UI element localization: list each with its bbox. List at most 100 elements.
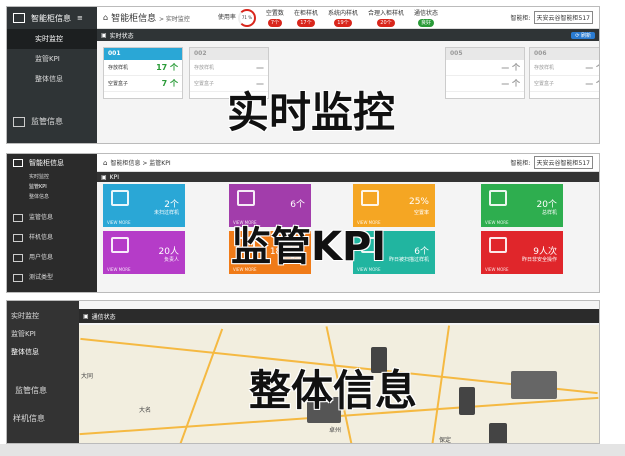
home-icon[interactable]: ⌂ [103, 13, 108, 22]
map-city-label: 大名 [139, 407, 152, 414]
stat-in-system: 系统内样机 19个 [327, 9, 358, 27]
sidebar-item-supervision[interactable]: 监管信息 [7, 208, 97, 228]
sidebar: 智能柜信息 实时监控 监管KPI 整体信息 监管信息 样机信息 用户信息 测试类… [7, 154, 97, 292]
tile-header: 006 [530, 48, 599, 60]
tile-row-stored: 存放样机 — [190, 60, 268, 76]
sidebar-item-realtime[interactable]: 实时监控 [7, 307, 79, 325]
breadcrumb: 智能柜信息 > 监管KPI [110, 160, 171, 167]
cabinet-marker[interactable] [489, 423, 507, 443]
section-title: KPI [109, 173, 119, 181]
kpi-card-unsafe-ops[interactable]: 9人次 昨日非安全操作 VIEW MORE [481, 231, 563, 274]
sidebar-item-users[interactable]: 用户信息 [7, 248, 97, 268]
selector-label: 智能柜: [510, 15, 531, 22]
device-icon [13, 234, 23, 242]
sidebar-header[interactable]: 智能柜信息 ≡ [7, 7, 97, 29]
export-icon [237, 190, 255, 206]
map-road [429, 325, 451, 443]
section-bar: ▣ 通信状态 [79, 309, 599, 323]
user-icon [111, 237, 129, 253]
sidebar-item-supervision[interactable]: 监管信息 [7, 377, 79, 405]
panel-realtime: 智能柜信息 ≡ 实时监控 监管KPI 整体信息 监管信息 ⌂ 智能柜信息 > 实… [6, 6, 600, 144]
section-title: 通信状态 [91, 313, 116, 321]
sidebar-item-test-types[interactable]: 测试类型 [7, 268, 97, 288]
cabinet-marker[interactable] [511, 371, 557, 399]
tile-row-stored: 存放样机 17 个 [104, 60, 182, 76]
kpi-card-owners[interactable]: 20人 负责人 VIEW MORE [103, 231, 185, 274]
grid-icon: ▣ [101, 31, 107, 39]
chart-icon [13, 117, 25, 127]
panel-kpi: 智能柜信息 实时监控 监管KPI 整体信息 监管信息 样机信息 用户信息 测试类… [6, 153, 600, 293]
upload-icon [111, 190, 129, 206]
cabinet-selector: 智能柜: 天安云谷智能柜517 [511, 11, 593, 24]
document-icon [489, 190, 507, 206]
timer-icon [489, 237, 507, 253]
sidebar-header[interactable]: 智能柜信息 [7, 154, 97, 172]
section-bar: ▣ KPI [97, 172, 599, 182]
kpi-card-unscanned[interactable]: 2个 未扫过样机 VIEW MORE [103, 184, 185, 227]
grid-icon: ▣ [101, 173, 107, 181]
cabinet-select[interactable]: 天安云谷智能柜517 [533, 156, 593, 169]
usage-rate: 使用率 71 % [217, 8, 256, 27]
header-bar: ⌂ 智能柜信息 > 监管KPI 智能柜: 天安云谷智能柜517 [97, 154, 599, 172]
breadcrumb: 智能柜信息 > 实时监控 [111, 11, 190, 24]
tile-row-stored: — 个 [446, 60, 524, 76]
sidebar-item-kpi[interactable]: 监管KPI [7, 49, 97, 69]
kpi-card-total-samples[interactable]: 20个 总样机 VIEW MORE [481, 184, 563, 227]
cabinet-selector: 智能柜: 天安云谷智能柜517 [511, 156, 593, 169]
bottom-strip [0, 444, 625, 456]
map-city-label: 卓州 [329, 427, 342, 434]
overlay-caption: 实时监控 [227, 88, 396, 137]
overlay-caption: 整体信息 [249, 366, 418, 415]
map-city-label: 大同 [81, 373, 94, 380]
cabinet-tile-006[interactable]: 006 存放样机— 个 空置盒子— 个 [529, 47, 599, 99]
section-title: 实时状态 [109, 32, 134, 40]
map-city-label: 保定 [439, 437, 452, 443]
tile-row-empty: — 个 [446, 76, 524, 92]
sidebar-item-kpi[interactable]: 监管KPI [7, 182, 97, 192]
export-icon [361, 190, 379, 206]
usage-gauge: 71 % [237, 8, 256, 27]
cabinet-tile-005[interactable]: 005 — 个 — 个 [445, 47, 525, 99]
menu-toggle-icon[interactable]: ≡ [77, 14, 83, 22]
cabinet-icon [13, 159, 23, 167]
sidebar-item-supervision[interactable]: 监管信息 [7, 111, 97, 133]
cabinet-select[interactable]: 天安云谷智能柜517 [533, 11, 593, 24]
tile-header: 005 [446, 48, 524, 60]
usage-label: 使用率 [217, 14, 236, 21]
breadcrumb-main: 智能柜信息 [111, 14, 157, 24]
sidebar: 实时监控 监管KPI 整体信息 监管信息 样机信息 [7, 301, 79, 443]
tile-header: 002 [190, 48, 268, 60]
section-bar: ▣ 实时状态 ⟳ 刷新 [97, 29, 599, 41]
sidebar-title: 智能柜信息 [31, 13, 71, 23]
home-icon[interactable]: ⌂ [103, 159, 107, 167]
sidebar-item-samples[interactable]: 样机信息 [7, 405, 79, 433]
stat-in-cabinet: 在柜样机 17个 [293, 9, 318, 27]
check-icon [13, 274, 23, 282]
stat-empty: 空置数 7个 [265, 9, 284, 27]
refresh-button[interactable]: ⟳ 刷新 [571, 31, 595, 39]
user-icon [13, 254, 23, 262]
tile-header: 001 [104, 48, 182, 60]
tile-row-empty: 空置盒子 7 个 [104, 76, 182, 92]
sidebar-item-overall[interactable]: 整体信息 [7, 69, 97, 89]
grid-icon: ▣ [83, 312, 89, 320]
tile-row-empty: 空置盒子— 个 [530, 76, 599, 92]
sidebar-item-realtime[interactable]: 实时监控 [7, 172, 97, 182]
sidebar-title: 智能柜信息 [29, 159, 64, 167]
sidebar-item-realtime[interactable]: 实时监控 [7, 29, 97, 49]
sidebar-item-samples[interactable]: 样机信息 [7, 228, 97, 248]
header-bar: ⌂ 智能柜信息 > 实时监控 使用率 71 % 空置数 7个 在柜样机 17个 系统… [97, 7, 599, 29]
sidebar-item-overall[interactable]: 整体信息 [7, 192, 97, 202]
cabinet-tile-001[interactable]: 001 存放样机 17 个 空置盒子 7 个 [103, 47, 183, 99]
cabinet-icon [13, 13, 25, 23]
stat-reasonable: 合理入柜样机 20个 [367, 9, 404, 27]
chart-icon [13, 214, 23, 222]
tile-row-stored: 存放样机— 个 [530, 60, 599, 76]
cabinet-marker[interactable] [459, 387, 475, 415]
sidebar-item-overall[interactable]: 整体信息 [7, 343, 79, 361]
stat-communication: 通信状态 良好 [413, 9, 438, 27]
sidebar-item-kpi[interactable]: 监管KPI [7, 325, 79, 343]
breadcrumb-sub: > 实时监控 [158, 16, 190, 23]
panel-overall: 实时监控 监管KPI 整体信息 监管信息 样机信息 ▣ 通信状态 大同 唐山 大… [6, 300, 600, 444]
sidebar-item-label: 监管信息 [31, 117, 63, 126]
